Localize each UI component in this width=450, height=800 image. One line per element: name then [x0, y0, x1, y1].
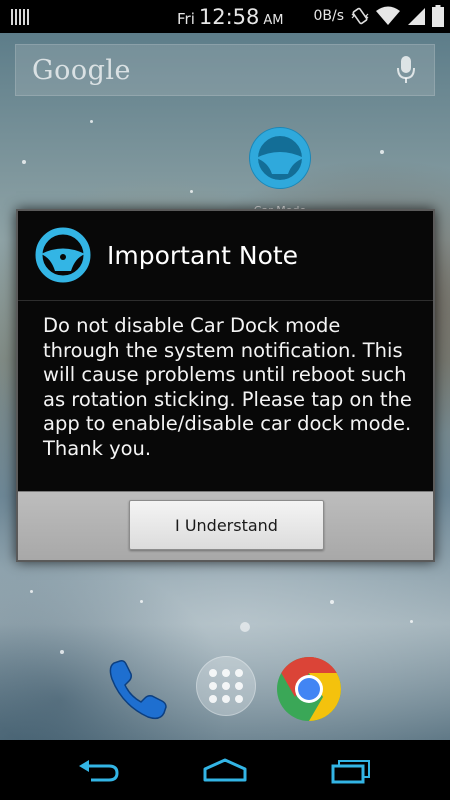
mic-icon[interactable]: [396, 55, 416, 85]
status-day: Fri: [177, 10, 195, 28]
vibrate-icon: [351, 7, 369, 25]
chrome-icon[interactable]: [274, 654, 344, 724]
navigation-bar: [0, 740, 450, 800]
important-note-dialog: Important Note Do not disable Car Dock m…: [16, 209, 435, 562]
signal-icon: [408, 8, 425, 25]
i-understand-button[interactable]: I Understand: [129, 500, 324, 550]
status-time: 12:58: [198, 5, 260, 29]
back-button[interactable]: [64, 750, 134, 790]
recent-apps-button[interactable]: [316, 750, 386, 790]
recent-apps-icon: [331, 760, 370, 784]
clock: Fri 12:58 AM: [177, 5, 284, 29]
google-search-bar[interactable]: Google: [15, 44, 435, 96]
page-indicator: [240, 622, 250, 632]
net-speed: 0B/s: [313, 8, 344, 24]
home-icon: [203, 758, 247, 782]
dialog-header: Important Note: [18, 211, 433, 299]
dialog-button-bar: I Understand: [18, 491, 433, 560]
dialog-title: Important Note: [107, 240, 299, 270]
home-app-car-mode[interactable]: Car Mode: [244, 122, 316, 217]
steering-wheel-icon: [35, 227, 91, 283]
status-ampm: AM: [263, 13, 284, 28]
google-logo: Google: [32, 54, 131, 86]
phone-icon[interactable]: [104, 655, 174, 725]
status-bar: Fri 12:58 AM 0B/s: [0, 0, 450, 33]
steering-wheel-icon: [249, 127, 311, 189]
app-drawer-icon[interactable]: [196, 656, 256, 716]
wifi-icon: [376, 6, 400, 25]
back-icon: [79, 760, 119, 782]
status-icons: 0B/s: [313, 5, 444, 27]
battery-icon: [432, 5, 444, 27]
dialog-divider: [18, 300, 433, 301]
home-button[interactable]: [190, 750, 260, 790]
barcode-icon: [0, 0, 40, 33]
dialog-message: Do not disable Car Dock mode through the…: [43, 314, 412, 460]
